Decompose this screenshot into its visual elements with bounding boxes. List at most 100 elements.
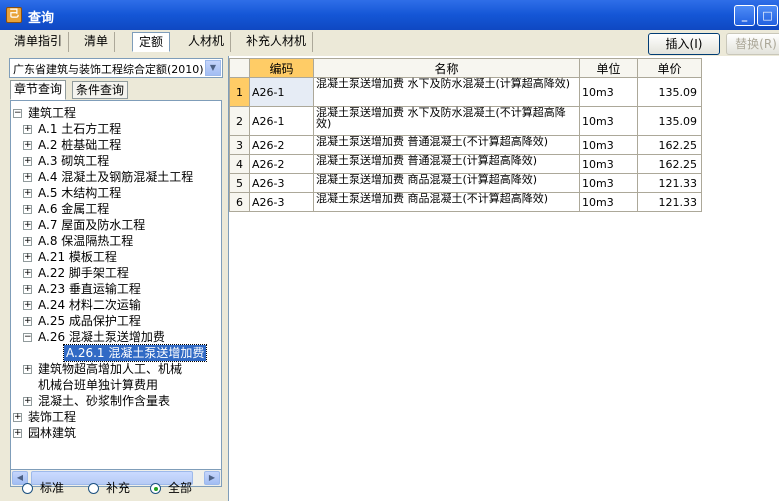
tree-node[interactable]: 园林建筑 [28,425,76,441]
row-number[interactable]: 5 [229,173,250,193]
tree-node[interactable]: 建筑物超高增加人工、机械 [38,361,182,377]
table-row[interactable]: 6 A26-3 混凝土泵送增加费 商品混凝土(不计算超高降效) 10m3 121.33 [229,192,702,212]
tab-quota[interactable]: 定额 [132,32,171,52]
tree-node[interactable]: A.23 垂直运输工程 [38,281,141,297]
cell-code[interactable]: A26-2 [249,135,314,155]
expand-icon[interactable]: + [23,173,32,182]
expand-icon[interactable]: + [23,253,32,262]
expand-icon[interactable]: + [23,221,32,230]
tree-node[interactable]: A.1 土石方工程 [38,121,121,137]
tree-node[interactable]: A.6 金属工程 [38,201,109,217]
row-number[interactable]: 3 [229,135,250,155]
tree-node[interactable]: 机械台班单独计算费用 [38,377,158,393]
cell-code[interactable]: A26-2 [249,154,314,174]
filter-radio[interactable] [150,483,161,494]
expand-icon[interactable]: + [23,189,32,198]
replace-button[interactable]: 替换(R) [726,33,779,55]
expand-icon[interactable]: + [23,125,32,134]
cell-unit[interactable]: 10m3 [579,135,638,155]
filter-radio-label[interactable]: 全部 [168,480,192,496]
cell-name[interactable]: 混凝土泵送增加费 普通混凝土(计算超高降效) [313,154,580,174]
row-number[interactable]: 2 [229,106,250,136]
filter-radio[interactable] [22,483,33,494]
expand-icon[interactable]: + [13,413,22,422]
table-row[interactable]: 3 A26-2 混凝土泵送增加费 普通混凝土(不计算超高降效) 10m3 162.25 [229,135,702,155]
cell-price[interactable]: 162.25 [637,154,702,174]
expand-icon[interactable]: + [23,301,32,310]
tree-node[interactable]: A.26.1 混凝土泵送增加费 [62,344,208,362]
tab-list-guide[interactable]: 清单指引 [8,32,70,52]
tree-node[interactable]: A.8 保温隔热工程 [38,233,133,249]
cell-price[interactable]: 121.33 [637,173,702,193]
tree-node[interactable]: A.7 屋面及防水工程 [38,217,145,233]
collapse-icon[interactable]: − [13,109,22,118]
minimize-button[interactable]: _ [734,5,755,26]
tree-node[interactable]: A.3 砌筑工程 [38,153,109,169]
tree-node[interactable]: 建筑工程 [28,105,76,121]
tree-node[interactable]: 装饰工程 [28,409,76,425]
cell-code[interactable]: A26-1 [249,106,314,136]
expand-icon[interactable]: + [23,285,32,294]
cell-unit[interactable]: 10m3 [579,77,638,107]
cell-unit[interactable]: 10m3 [579,106,638,136]
tab-chapter-search[interactable]: 章节查询 [10,80,67,100]
cell-price[interactable]: 135.09 [637,106,702,136]
tab-condition-search[interactable]: 条件查询 [72,81,129,99]
tree-node[interactable]: A.26 混凝土泵送增加费 [38,329,165,345]
filter-radio[interactable] [88,483,99,494]
cell-name[interactable]: 混凝土泵送增加费 水下及防水混凝土(不计算超高降效) [313,106,580,136]
cell-unit[interactable]: 10m3 [579,192,638,212]
expand-icon[interactable]: + [23,141,32,150]
filter-radio-label[interactable]: 标准 [40,480,64,496]
tree-node[interactable]: 混凝土、砂浆制作含量表 [38,393,170,409]
cell-name[interactable]: 混凝土泵送增加费 普通混凝土(不计算超高降效) [313,135,580,155]
tree-node[interactable]: A.2 桩基础工程 [38,137,121,153]
collapse-icon[interactable]: − [23,333,32,342]
expand-icon[interactable]: + [23,157,32,166]
row-number[interactable]: 6 [229,192,250,212]
column-header-unit[interactable]: 单位 [579,58,638,78]
tree-node[interactable]: A.4 混凝土及钢筋混凝土工程 [38,169,193,185]
maximize-button[interactable]: □ [757,5,778,26]
cell-unit[interactable]: 10m3 [579,173,638,193]
cell-price[interactable]: 121.33 [637,192,702,212]
expand-icon[interactable]: + [23,317,32,326]
expand-icon[interactable]: + [13,429,22,438]
expand-icon[interactable]: + [23,397,32,406]
table-row[interactable]: 1 A26-1 混凝土泵送增加费 水下及防水混凝土(计算超高降效) 10m3 135.0… [229,77,702,107]
cell-name[interactable]: 混凝土泵送增加费 水下及防水混凝土(计算超高降效) [313,77,580,107]
expand-icon[interactable]: + [23,205,32,214]
tab-list[interactable]: 清单 [78,32,116,52]
table-row[interactable]: 4 A26-2 混凝土泵送增加费 普通混凝土(计算超高降效) 10m3 162.25 [229,154,702,174]
cell-name[interactable]: 混凝土泵送增加费 商品混凝土(计算超高降效) [313,173,580,193]
row-number[interactable]: 4 [229,154,250,174]
row-number[interactable]: 1 [229,77,250,107]
column-header-price[interactable]: 单价 [637,58,702,78]
cell-code[interactable]: A26-3 [249,173,314,193]
chapter-tree[interactable]: − 建筑工程 + A.1 土石方工程 + A.2 桩基础工程 + A.3 砌筑工程 + A.4 混… [10,100,222,470]
expand-icon[interactable]: + [23,237,32,246]
expand-icon[interactable]: + [23,365,32,374]
cell-price[interactable]: 162.25 [637,135,702,155]
tree-node[interactable]: A.22 脚手架工程 [38,265,129,281]
scroll-right-icon[interactable]: ▶ [204,471,220,485]
table-row[interactable]: 2 A26-1 混凝土泵送增加费 水下及防水混凝土(不计算超高降效) 10m3 135.… [229,106,702,136]
tab-labor-material[interactable]: 人材机 [182,32,232,52]
tree-node[interactable]: A.21 模板工程 [38,249,117,265]
tree-node[interactable]: A.24 材料二次运输 [38,297,141,313]
tab-supplement-material[interactable]: 补充人材机 [240,32,314,52]
dataset-select[interactable]: 广东省建筑与装饰工程综合定额(2010) ▼ [9,58,223,78]
filter-radio-label[interactable]: 补充 [106,480,130,496]
table-row[interactable]: 5 A26-3 混凝土泵送增加费 商品混凝土(计算超高降效) 10m3 121.33 [229,173,702,193]
tree-node[interactable]: A.25 成品保护工程 [38,313,141,329]
chevron-down-icon[interactable]: ▼ [205,60,221,76]
column-header-name[interactable]: 名称 [313,58,580,78]
cell-code[interactable]: A26-3 [249,192,314,212]
insert-button[interactable]: 插入(I) [648,33,720,55]
cell-name[interactable]: 混凝土泵送增加费 商品混凝土(不计算超高降效) [313,192,580,212]
tree-node[interactable]: A.5 木结构工程 [38,185,121,201]
cell-price[interactable]: 135.09 [637,77,702,107]
cell-unit[interactable]: 10m3 [579,154,638,174]
column-header-code[interactable]: 编码 [249,58,314,78]
cell-code[interactable]: A26-1 [249,77,314,107]
